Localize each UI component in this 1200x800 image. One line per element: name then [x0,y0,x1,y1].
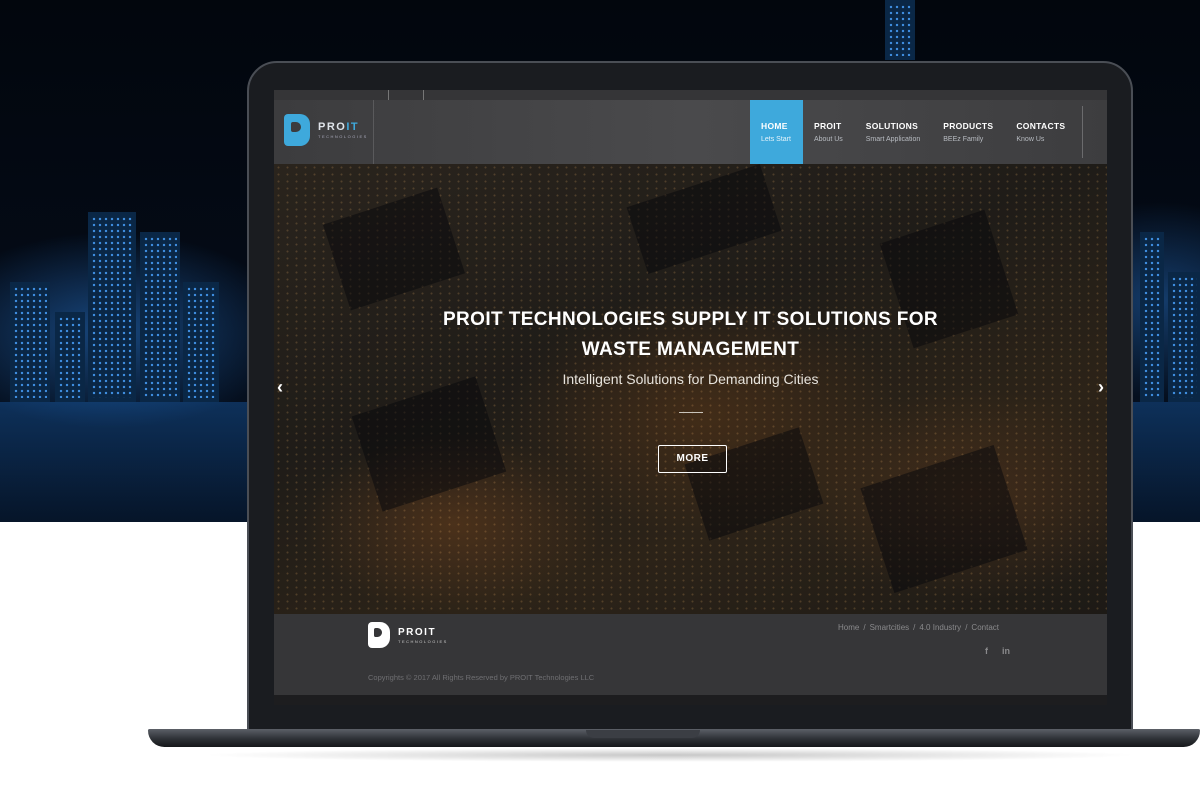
laptop-screen: PROIT TECHNOLOGIES HOME Lets Start PROIT… [274,90,1107,705]
hero-title: PROIT TECHNOLOGIES SUPPLY IT SOLUTIONS F… [442,309,939,360]
footer-link-smartcities[interactable]: Smartcities [870,623,910,632]
nav-sublabel: About Us [813,136,843,143]
nav-sublabel: Smart Application [865,136,921,143]
footer-logo-subtext: TECHNOLOGIES [398,638,448,644]
nav-label: PROIT [813,121,842,131]
footer-logo[interactable]: PROIT TECHNOLOGIES [368,622,448,648]
social-links: f in [985,646,1010,656]
logo-text: PROIT TECHNOLOGIES [318,121,368,139]
proit-logo-icon [284,114,310,146]
site-logo[interactable]: PROIT TECHNOLOGIES [284,114,368,146]
laptop-shadow [200,748,1140,762]
hero-slider: PROIT TECHNOLOGIES SUPPLY IT SOLUTIONS F… [274,164,1107,614]
hero-divider [679,412,703,413]
site-footer: PROIT TECHNOLOGIES Home / Smartcities/4.0 … [274,614,1107,695]
footer-link-industry[interactable]: 4.0 Industry [919,623,961,632]
nav-label: CONTACTS [1016,121,1066,131]
footer-link-home[interactable]: Home [838,623,859,632]
nav-end-divider [1082,106,1083,158]
facebook-icon[interactable]: f [985,646,988,656]
hero-subtitle: Intelligent Solutions for Demanding Citi… [562,371,819,387]
footer-link-contact[interactable]: Contact [971,623,999,632]
nav-label: SOLUTIONS [865,121,919,131]
main-nav: HOME Lets Start PROIT About Us SOLUTIONS… [750,100,1077,164]
footer-links: Home / Smartcities/4.0 Industry / Contact [838,623,999,632]
logo-subtext: TECHNOLOGIES [318,134,368,139]
nav-item-products[interactable]: PRODUCTS BEEz Family [932,100,1005,164]
laptop-notch [586,730,700,738]
proit-logo-icon [368,622,390,648]
linkedin-icon[interactable]: in [1002,646,1010,656]
nav-label: HOME [761,121,788,131]
nav-item-contacts[interactable]: CONTACTS Know Us [1005,100,1077,164]
nav-item-solutions[interactable]: SOLUTIONS Smart Application [855,100,932,164]
footer-logo-text: PROIT TECHNOLOGIES [398,626,448,644]
nav-item-proit[interactable]: PROIT About Us [803,100,855,164]
screen-bottom-edge [274,695,1107,705]
chevron-left-icon[interactable]: ‹ [277,378,283,396]
nav-sublabel: BEEz Family [943,136,984,143]
nav-sublabel: Lets Start [761,136,791,143]
browser-top-strip [274,90,1107,100]
nav-item-home[interactable]: HOME Lets Start [750,100,803,164]
nav-label: PRODUCTS [943,121,994,131]
site-header: PROIT TECHNOLOGIES HOME Lets Start PROIT… [274,100,1107,164]
copyright-text: Copyrights © 2017 All Rights Reserved by… [368,673,595,682]
chevron-right-icon[interactable]: › [1098,378,1104,396]
more-button[interactable]: MORE [658,445,727,473]
nav-sublabel: Know Us [1016,136,1045,143]
header-divider [373,100,374,164]
